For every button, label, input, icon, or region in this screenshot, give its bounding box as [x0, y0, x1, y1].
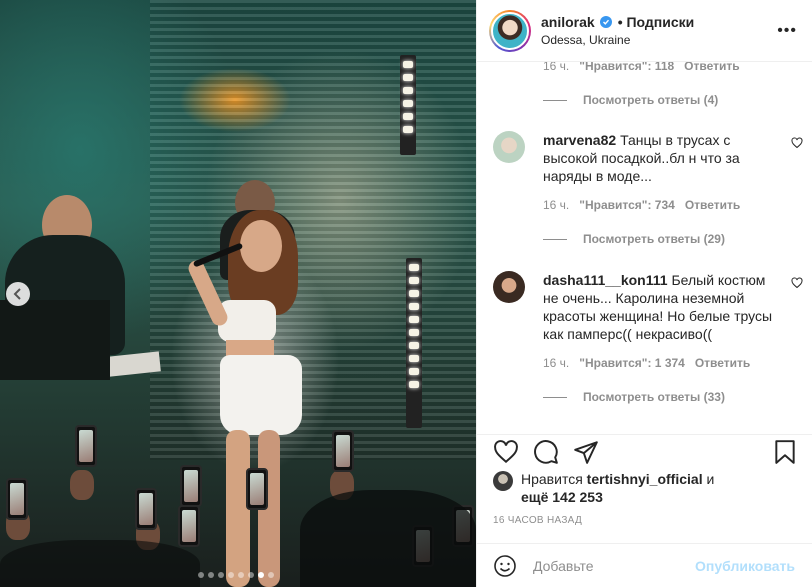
- carousel-dots: [198, 572, 274, 578]
- likes-count-link[interactable]: ещё 142 253: [521, 489, 603, 505]
- crowd-silhouette: [0, 540, 200, 587]
- comment-item: dasha111__kon111 Белый костюм не очень..…: [493, 271, 803, 411]
- post-location[interactable]: Odessa, Ukraine: [541, 33, 694, 47]
- carousel-dot: [218, 572, 224, 578]
- view-replies-label: Посмотреть ответы (4): [583, 93, 719, 107]
- comment-meta: 16 ч. "Нравится": 118 Ответить: [543, 62, 793, 73]
- commenter-username[interactable]: marvena82: [543, 132, 616, 148]
- carousel-dot: [198, 572, 204, 578]
- commenter-username[interactable]: dasha111__kon111: [543, 272, 668, 288]
- view-replies-button[interactable]: Посмотреть ответы (29): [543, 232, 725, 246]
- crowd-phone: [135, 488, 157, 530]
- carousel-dot: [208, 572, 214, 578]
- crowd-phone: [75, 425, 97, 467]
- comment-likes[interactable]: "Нравится": 118: [579, 62, 674, 73]
- chevron-left-icon: [13, 288, 21, 300]
- comment-time: 16 ч.: [543, 62, 570, 73]
- comment-item: marvena82 Танцы в трусах с высокой посад…: [493, 131, 803, 246]
- crowd-phone: [332, 430, 354, 472]
- post-action-bar: [477, 434, 812, 474]
- led-screen-background: [150, 0, 476, 460]
- more-options-icon[interactable]: •••: [777, 22, 797, 40]
- following-button[interactable]: • Подписки: [618, 14, 695, 30]
- post-photo: [0, 0, 476, 587]
- reply-button[interactable]: Ответить: [684, 62, 739, 73]
- carousel-dot-active: [258, 572, 264, 578]
- liker-avatar[interactable]: [493, 471, 513, 491]
- view-replies-button[interactable]: Посмотреть ответы (4): [543, 93, 718, 107]
- view-replies-label: Посмотреть ответы (29): [583, 232, 725, 246]
- like-comment-heart-icon[interactable]: [791, 137, 803, 149]
- emoji-icon[interactable]: [493, 554, 517, 578]
- comment-meta: 16 ч. "Нравится": 734 Ответить: [543, 198, 740, 212]
- divider-line: [543, 238, 567, 240]
- comment-likes[interactable]: "Нравится": 1 374: [579, 356, 685, 370]
- commenter-avatar[interactable]: [493, 131, 525, 163]
- stage-light-column: [400, 55, 416, 155]
- publish-button[interactable]: Опубликовать: [695, 558, 795, 574]
- divider-line: [543, 396, 567, 398]
- like-comment-heart-icon[interactable]: [791, 277, 803, 289]
- crowd-phone: [246, 468, 268, 510]
- liker-username[interactable]: tertishnyi_official: [587, 471, 703, 487]
- speaker-equipment: [0, 300, 110, 380]
- reply-button[interactable]: Ответить: [695, 356, 750, 370]
- comment-time: 16 ч.: [543, 356, 570, 370]
- view-replies-button[interactable]: Посмотреть ответы (33): [543, 390, 725, 404]
- reply-button[interactable]: Ответить: [685, 198, 740, 212]
- comment-likes[interactable]: "Нравится": 734: [579, 198, 675, 212]
- stage-light-column: [406, 258, 422, 428]
- like-heart-icon[interactable]: [493, 439, 519, 465]
- comment-meta: 16 ч. "Нравится": 1 374 Ответить: [543, 356, 750, 370]
- comment-bubble-icon[interactable]: [533, 439, 559, 465]
- carousel-dot: [238, 572, 244, 578]
- comment-time: 16 ч.: [543, 198, 570, 212]
- carousel-prev-button[interactable]: [6, 282, 30, 306]
- add-comment-bar: Опубликовать: [477, 543, 812, 587]
- bookmark-icon[interactable]: [773, 439, 797, 465]
- likes-prefix: Нравится: [521, 471, 583, 487]
- crowd-silhouette: [300, 490, 476, 587]
- post-timestamp[interactable]: 16 ЧАСОВ НАЗАД: [493, 515, 582, 526]
- comments-list[interactable]: 16 ч. "Нравится": 118 Ответить Посмотрет…: [477, 62, 812, 434]
- likes-and: и: [706, 471, 715, 487]
- view-replies-label: Посмотреть ответы (33): [583, 390, 725, 404]
- crowd-phone: [178, 505, 200, 547]
- singer-shorts: [220, 355, 302, 435]
- verified-badge-icon: [599, 16, 612, 28]
- share-paper-plane-icon[interactable]: [573, 439, 599, 465]
- likes-summary: Нравится tertishnyi_official и ещё 142 2…: [493, 470, 803, 506]
- crowd-phone: [6, 478, 28, 520]
- carousel-dot: [268, 572, 274, 578]
- author-avatar[interactable]: [489, 9, 531, 52]
- crowd-hand: [70, 470, 94, 500]
- crowd-phone: [180, 465, 202, 507]
- carousel-dot: [228, 572, 234, 578]
- post-header: anilorak • Подписки Odessa, Ukraine •••: [477, 0, 812, 62]
- author-username[interactable]: anilorak: [541, 14, 595, 30]
- post-sidebar: anilorak • Подписки Odessa, Ukraine ••• …: [476, 0, 812, 587]
- divider-line: [543, 99, 567, 101]
- commenter-avatar[interactable]: [493, 271, 525, 303]
- carousel-dot: [248, 572, 254, 578]
